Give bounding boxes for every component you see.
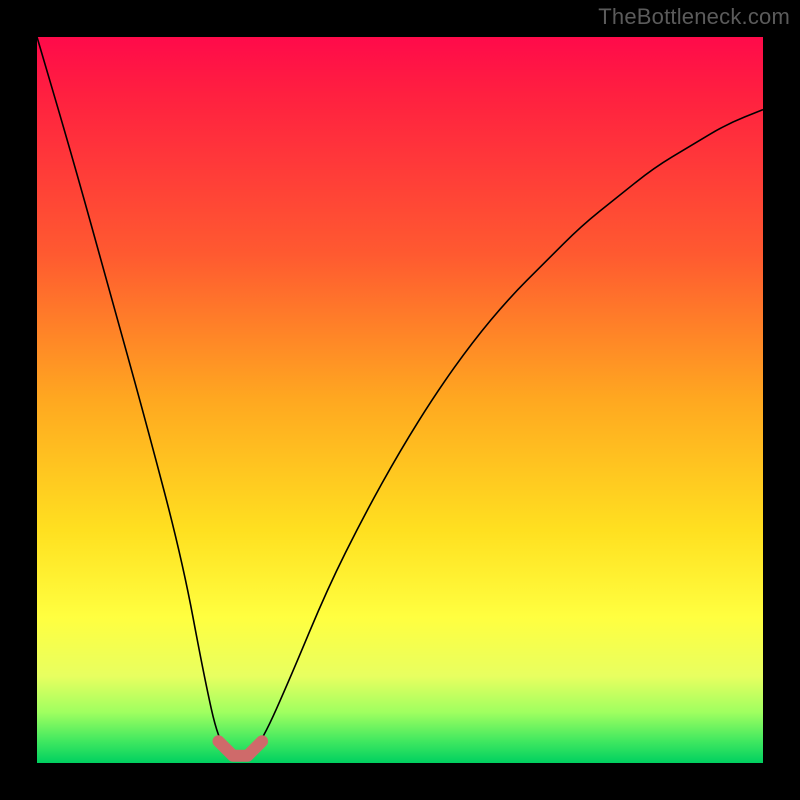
bottleneck-curve-highlight <box>219 741 263 756</box>
watermark-text: TheBottleneck.com <box>598 4 790 30</box>
plot-area <box>37 37 763 763</box>
chart-frame: TheBottleneck.com <box>0 0 800 800</box>
bottleneck-curve <box>37 37 763 756</box>
curve-svg <box>37 37 763 763</box>
